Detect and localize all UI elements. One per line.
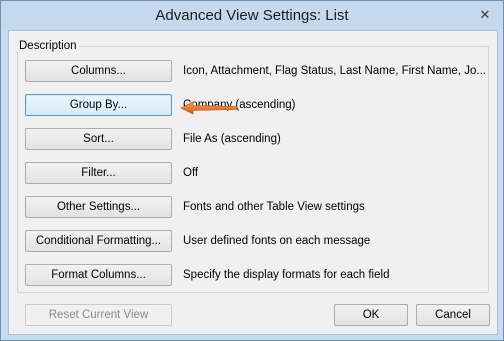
columns-button[interactable]: Columns... xyxy=(25,60,172,82)
cancel-button[interactable]: Cancel xyxy=(416,304,490,326)
close-icon[interactable]: ✕ xyxy=(475,5,495,25)
other-settings-button[interactable]: Other Settings... xyxy=(25,196,172,218)
filter-value: Off xyxy=(183,167,199,179)
sort-button[interactable]: Sort... xyxy=(25,128,172,150)
sort-value: File As (ascending) xyxy=(183,133,281,145)
dialog-window: Advanced View Settings: List ✕ Descripti… xyxy=(0,0,504,341)
columns-value: Icon, Attachment, Flag Status, Last Name… xyxy=(183,65,486,77)
reset-current-view-button[interactable]: Reset Current View xyxy=(25,304,172,326)
conditional-formatting-value: User defined fonts on each message xyxy=(183,235,371,247)
dialog-body: Description Columns... Icon, Attachment,… xyxy=(8,30,498,335)
pointer-arrow-icon xyxy=(180,101,238,115)
group-by-button[interactable]: Group By... xyxy=(25,94,172,116)
description-label: Description xyxy=(17,40,79,52)
dialog-title: Advanced View Settings: List xyxy=(155,7,349,24)
conditional-formatting-button[interactable]: Conditional Formatting... xyxy=(25,230,172,252)
ok-button[interactable]: OK xyxy=(334,304,408,326)
format-columns-button[interactable]: Format Columns... xyxy=(25,264,172,286)
filter-button[interactable]: Filter... xyxy=(25,162,172,184)
title-bar[interactable]: Advanced View Settings: List ✕ xyxy=(1,1,503,30)
other-settings-value: Fonts and other Table View settings xyxy=(183,201,365,213)
format-columns-value: Specify the display formats for each fie… xyxy=(183,269,390,281)
